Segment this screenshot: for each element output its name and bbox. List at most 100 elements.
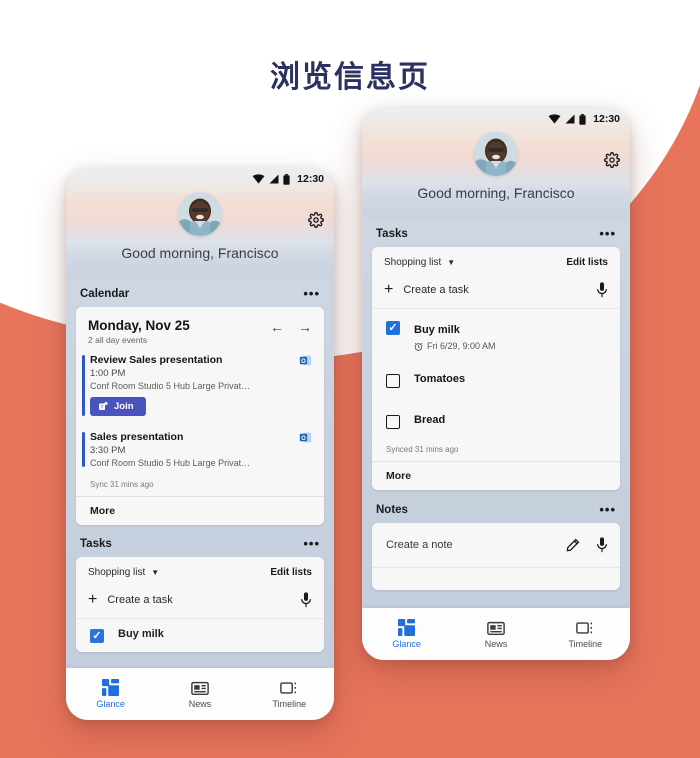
- notes-card-empty-space: [372, 568, 620, 590]
- create-task-row[interactable]: + Create a task: [76, 586, 324, 619]
- calendar-date: Monday, Nov 25: [88, 318, 190, 333]
- gear-icon[interactable]: [604, 152, 620, 168]
- create-note-row[interactable]: Create a note: [372, 523, 620, 568]
- calendar-more-button[interactable]: More: [76, 496, 324, 525]
- nav-item-news[interactable]: News: [451, 620, 540, 649]
- status-bar-left: 12:30: [66, 168, 334, 190]
- event-location: Conf Room Studio 5 Hub Large Privat…: [90, 381, 251, 391]
- timeline-icon: [280, 680, 298, 696]
- microphone-icon[interactable]: [300, 592, 312, 608]
- task-checkbox[interactable]: [90, 629, 104, 643]
- calendar-overflow-menu[interactable]: •••: [303, 287, 320, 300]
- task-row[interactable]: Bread: [372, 401, 620, 440]
- event-time: 3:30 PM: [90, 445, 126, 456]
- edit-lists-button[interactable]: Edit lists: [270, 567, 312, 578]
- signal-icon: [269, 174, 279, 184]
- bottom-navigation-right: Glance News Timeline: [362, 608, 630, 660]
- nav-label-timeline: Timeline: [568, 638, 603, 649]
- join-button-label: Join: [114, 401, 134, 412]
- screen-content-right: Tasks ••• Shopping list ▼ Edit lists + C…: [362, 219, 630, 660]
- avatar[interactable]: [474, 132, 518, 176]
- calendar-section-header: Calendar •••: [66, 279, 334, 307]
- tasks-section-label: Tasks: [376, 228, 408, 240]
- timeline-icon: [576, 620, 594, 636]
- nav-item-timeline[interactable]: Timeline: [541, 620, 630, 649]
- task-row[interactable]: Tomatoes: [372, 360, 620, 401]
- phone-header-wallpaper-left: 12:30 Good morning, Francisco: [66, 168, 334, 279]
- screen-content-left: Calendar ••• Monday, Nov 25 2 all day ev…: [66, 279, 334, 720]
- notes-section-header: Notes •••: [362, 490, 630, 523]
- phone-mockup-left: 12:30 Good morning, Francisco Calendar •…: [66, 168, 334, 720]
- task-row[interactable]: Buy milk: [76, 619, 324, 652]
- news-icon: [487, 620, 505, 636]
- status-bar-time: 12:30: [593, 113, 620, 125]
- calendar-prev-button[interactable]: ←: [270, 320, 284, 334]
- calendar-next-button[interactable]: →: [298, 320, 312, 334]
- event-title: Sales presentation: [90, 431, 184, 443]
- microphone-icon[interactable]: [596, 282, 608, 298]
- battery-icon: [283, 173, 290, 185]
- nav-label-glance: Glance: [96, 699, 125, 709]
- task-checkbox[interactable]: [386, 415, 400, 429]
- outlook-icon: O: [299, 354, 312, 367]
- plus-icon: +: [384, 281, 394, 298]
- nav-item-news[interactable]: News: [155, 680, 244, 709]
- create-task-row[interactable]: + Create a task: [372, 276, 620, 309]
- tasks-more-button[interactable]: More: [372, 461, 620, 490]
- tasks-overflow-menu[interactable]: •••: [599, 227, 616, 240]
- calendar-sync-status: Sync 31 mins ago: [90, 480, 154, 489]
- event-time: 1:00 PM: [90, 368, 126, 379]
- tasks-section-header: Tasks •••: [362, 219, 630, 247]
- nav-item-glance[interactable]: Glance: [362, 619, 451, 649]
- join-meeting-button[interactable]: T Join: [90, 397, 146, 416]
- gear-icon[interactable]: [308, 212, 324, 228]
- nav-item-glance[interactable]: Glance: [66, 679, 155, 709]
- task-checkbox[interactable]: [386, 374, 400, 388]
- event-accent-bar: [82, 432, 85, 467]
- avatar-wrapper[interactable]: [66, 192, 334, 236]
- pencil-icon[interactable]: [566, 538, 580, 552]
- status-bar-time: 12:30: [297, 173, 324, 185]
- task-list-selector[interactable]: Shopping list ▼: [88, 567, 159, 578]
- task-row[interactable]: Buy milk Fri 6/29, 9:00 AM: [372, 309, 620, 360]
- task-list-selector[interactable]: Shopping list ▼: [384, 257, 455, 268]
- edit-lists-button[interactable]: Edit lists: [566, 257, 608, 268]
- tasks-section-header: Tasks •••: [66, 525, 334, 557]
- task-checkbox[interactable]: [386, 321, 400, 335]
- wifi-icon: [548, 114, 561, 124]
- calendar-section-label: Calendar: [80, 288, 130, 300]
- avatar[interactable]: [178, 192, 222, 236]
- phone-mockup-right: 12:30 Good morning, Francisco Tasks ••• …: [362, 108, 630, 660]
- create-task-label: Create a task: [403, 284, 469, 296]
- calendar-event-row[interactable]: Review Sales presentation 1:00 PM Conf R…: [76, 347, 324, 424]
- notes-card: Create a note: [372, 523, 620, 590]
- avatar-wrapper[interactable]: [362, 132, 630, 176]
- battery-icon: [579, 113, 586, 125]
- notes-section-label: Notes: [376, 504, 408, 516]
- task-name: Buy milk: [118, 628, 164, 640]
- notes-overflow-menu[interactable]: •••: [599, 503, 616, 516]
- microphone-icon[interactable]: [596, 537, 608, 553]
- nav-label-news: News: [188, 698, 212, 709]
- create-note-label: Create a note: [386, 539, 453, 551]
- alarm-icon: [414, 342, 423, 351]
- tasks-card-header: Shopping list ▼ Edit lists: [76, 557, 324, 586]
- phone-header-wallpaper-right: 12:30 Good morning, Francisco: [362, 108, 630, 219]
- tasks-sync-status: Synced 31 mins ago: [386, 445, 459, 454]
- task-due-date: Fri 6/29, 9:00 AM: [414, 341, 496, 351]
- news-icon: [191, 680, 209, 696]
- svg-text:O: O: [301, 359, 306, 365]
- calendar-allday-count: 2 all day events: [88, 335, 148, 345]
- status-bar-right: 12:30: [362, 108, 630, 130]
- chevron-down-icon: ▼: [447, 258, 456, 267]
- tasks-card: Shopping list ▼ Edit lists + Create a ta…: [76, 557, 324, 652]
- calendar-event-row[interactable]: Sales presentation 3:30 PM Conf Room Stu…: [76, 424, 324, 475]
- event-accent-bar: [82, 355, 85, 416]
- nav-item-timeline[interactable]: Timeline: [245, 680, 334, 709]
- calendar-card-top: Monday, Nov 25 2 all day events ← →: [76, 307, 324, 347]
- svg-text:O: O: [301, 436, 306, 442]
- tasks-overflow-menu[interactable]: •••: [303, 537, 320, 550]
- glance-icon: [398, 619, 416, 636]
- teams-icon: T: [98, 401, 109, 412]
- task-list-name: Shopping list: [88, 567, 146, 578]
